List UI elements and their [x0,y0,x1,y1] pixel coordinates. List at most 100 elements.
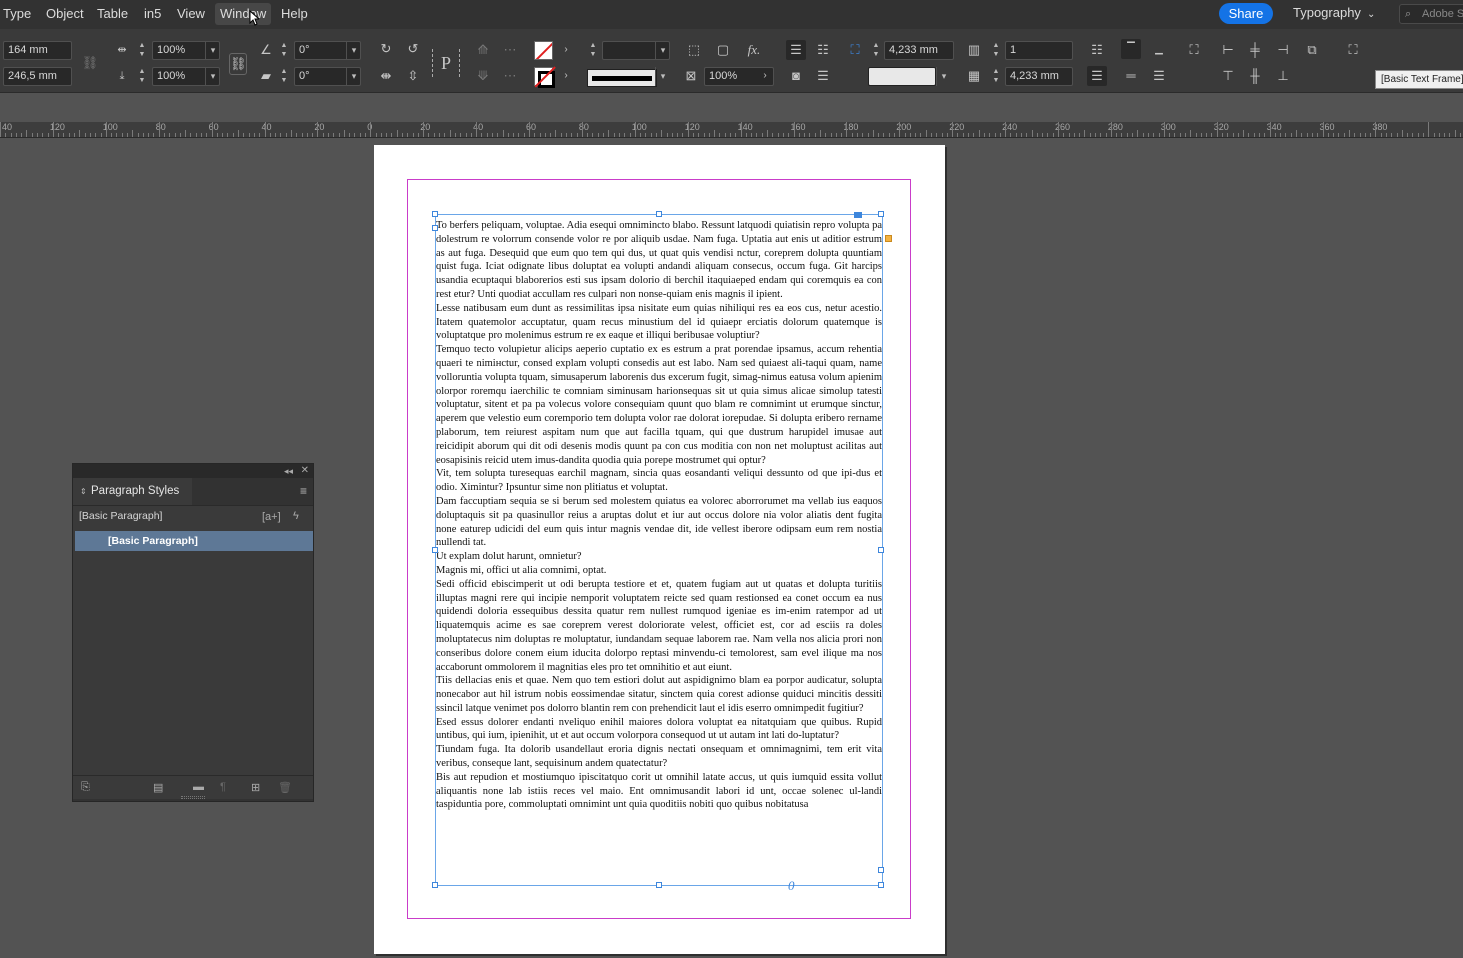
rotate-counterclockwise-icon[interactable]: ↺ [403,39,423,59]
select-next-object-icon[interactable]: ⋯ [500,40,520,60]
vertical-justify-bottom-icon[interactable]: ▁ [1149,40,1169,60]
chevron-right-icon[interactable]: › [755,66,775,86]
chevron-down-icon[interactable]: ▾ [936,67,951,86]
frame-handle-bottom-left[interactable] [432,882,438,888]
align-center-text-icon[interactable]: ☷ [813,40,833,60]
align-vertical-centers-icon[interactable]: ╫ [1245,66,1265,86]
stroke-swatch[interactable] [534,67,555,88]
menu-window[interactable]: Window [215,3,272,25]
menu-in5[interactable]: in5 [144,0,161,28]
columns-field[interactable]: 1 [1005,41,1073,60]
tab-paragraph-styles[interactable]: ⇕ Paragraph Styles [73,478,192,505]
menu-help[interactable]: Help [281,0,308,28]
adobe-stock-search[interactable]: ⌕ Adobe S [1399,4,1463,24]
chevron-right-icon[interactable]: › [556,40,576,60]
flip-horizontal-icon[interactable]: ⇼ [376,66,396,86]
chevron-down-icon[interactable]: ▾ [346,67,361,86]
object-style-field[interactable]: [Basic Text Frame] [1375,70,1463,89]
width-field[interactable]: 164 mm [3,41,72,60]
corner-options-icon[interactable]: ▢ [713,40,733,60]
chevron-down-icon[interactable]: ▾ [205,41,220,60]
align-bottom-edges-icon[interactable]: ⊥ [1273,66,1293,86]
chevron-down-icon[interactable]: ▾ [655,41,670,60]
inset-bottom-stepper[interactable]: ▲ ▼ [990,67,1002,86]
shear-stepper[interactable]: ▲ ▼ [278,67,290,86]
new-style-group-icon[interactable]: ▤ [153,781,163,794]
menu-object[interactable]: Object [46,0,84,28]
text-in-port[interactable] [854,212,862,218]
effects-fx-icon[interactable]: fx. [744,40,764,60]
chevron-down-icon[interactable]: ▾ [655,67,670,86]
menu-type[interactable]: Type [3,0,31,28]
hamburger-menu-icon[interactable]: ≡ [300,485,307,497]
vertical-justify-center-icon[interactable]: ═ [1121,66,1141,86]
chevron-down-icon[interactable]: ▾ [205,67,220,86]
document-page[interactable]: To berfers peliquam, voluptae. Adia eseq… [374,145,945,954]
overset-handle[interactable] [878,867,884,873]
frame-handle-bottom-center[interactable] [656,882,662,888]
menu-view[interactable]: View [177,0,205,28]
folder-icon[interactable]: ▬ [193,781,204,793]
frame-handle-middle-left[interactable] [432,547,438,553]
menu-table[interactable]: Table [97,0,128,28]
balance-columns-icon[interactable]: ☷ [1087,40,1107,60]
style-list-item-basic-paragraph[interactable]: [Basic Paragraph] [75,531,313,551]
stroke-type-selector[interactable] [587,69,657,87]
select-previous-object-icon[interactable]: ⋯ [500,66,520,86]
trash-icon[interactable]: 🗑 [278,781,292,794]
create-new-style-icon[interactable]: ⊞ [251,781,260,794]
chevron-down-icon[interactable]: ▾ [346,41,361,60]
align-horizontal-centers-icon[interactable]: ╪ [1245,40,1265,60]
resize-grip-icon[interactable] [181,796,205,799]
frame-handle-top-left[interactable] [432,211,438,217]
scale-y-stepper[interactable]: ▲ ▼ [136,67,148,86]
quick-apply-icon[interactable]: ⛶ [1343,40,1363,60]
auto-size-icon[interactable]: ☰ [1087,66,1107,86]
link-scale-icon[interactable]: ⛓ [229,53,247,75]
fit-frame-icon[interactable]: ⛶ [1184,40,1204,60]
text-wrap-icon[interactable]: ◙ [786,66,806,86]
chevron-right-icon[interactable]: › [556,66,576,86]
frame-handle-top-right[interactable] [878,211,884,217]
lightning-icon[interactable]: ϟ [293,510,299,522]
vertical-justify-top-icon[interactable]: ▔ [1121,39,1141,59]
align-justify-vertical-icon[interactable]: ☰ [813,66,833,86]
stroke-weight-stepper[interactable]: ▲ ▼ [587,41,599,60]
select-container-icon[interactable]: ⟰ [473,40,493,60]
new-style-from-selection-icon[interactable]: [a+] [262,511,281,523]
rotation-stepper[interactable]: ▲ ▼ [278,41,290,60]
fill-swatch[interactable] [534,41,553,60]
align-top-edges-icon[interactable]: ⊤ [1218,66,1238,86]
align-right-edges-icon[interactable]: ⊣ [1273,40,1293,60]
stroke-color-field[interactable] [868,67,936,86]
panel-title-bar[interactable]: ◂◂ ✕ [73,464,313,478]
vertical-justify-full-icon[interactable]: ☰ [1149,66,1169,86]
load-styles-icon[interactable]: ⎘ [81,781,90,794]
inset-top-field[interactable]: 4,233 mm [884,41,954,60]
text-out-port[interactable] [885,235,892,242]
workspace-switcher[interactable]: Typography ⌄ [1293,5,1375,20]
align-top-text-icon[interactable]: ☰ [786,40,806,60]
inset-bottom-field[interactable]: 4,233 mm [1005,67,1073,86]
frame-fitting-icon[interactable]: ⬚ [684,40,704,60]
inset-top-stepper[interactable]: ▲ ▼ [870,41,882,60]
close-icon[interactable]: ✕ [301,464,309,478]
rotate-clockwise-icon[interactable]: ↻ [376,39,396,59]
height-field[interactable]: 246,5 mm [3,67,72,86]
columns-stepper[interactable]: ▲ ▼ [990,41,1002,60]
reference-point-icon[interactable]: P [432,49,460,77]
frame-handle-top-center[interactable] [656,211,662,217]
flip-vertical-icon[interactable]: ⇳ [403,66,423,86]
frame-handle-middle-right[interactable] [878,547,884,553]
align-left-edges-icon[interactable]: ⊢ [1218,40,1238,60]
in-port-handle[interactable] [432,225,438,231]
frame-handle-bottom-right[interactable] [878,882,884,888]
text-frame[interactable] [432,211,892,888]
collapse-panel-icon[interactable]: ◂◂ [284,464,293,478]
scale-x-stepper[interactable]: ▲ ▼ [136,41,148,60]
select-content-icon[interactable]: ⟱ [473,66,493,86]
share-button[interactable]: Share [1219,3,1273,24]
clear-overrides-icon[interactable]: ¶ [220,781,226,793]
align-to-selection-icon[interactable]: ⧉ [1302,40,1322,60]
constrain-proportions-icon[interactable]: ⛓ [80,53,100,73]
